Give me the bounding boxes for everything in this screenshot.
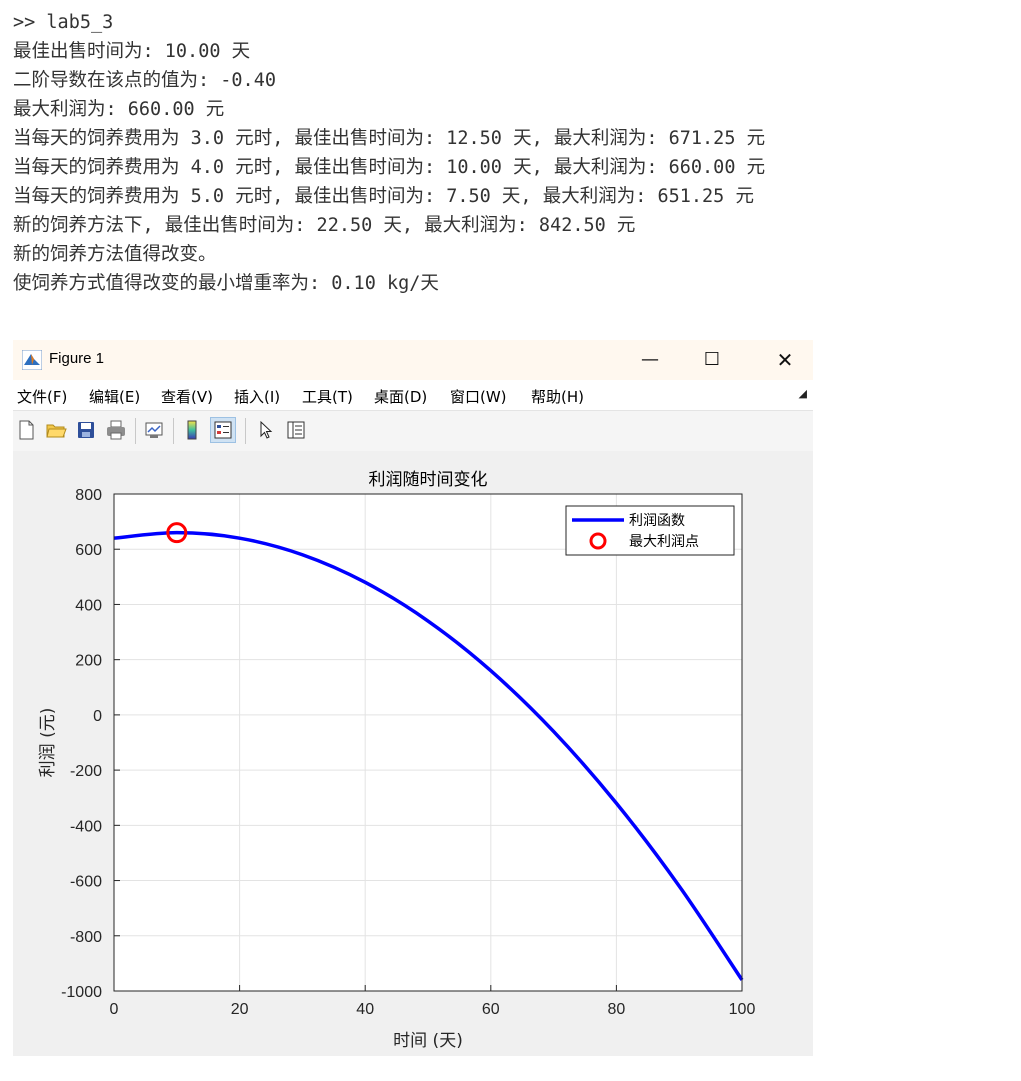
y-tick-label: -800 xyxy=(70,929,102,946)
close-button[interactable]: ✕ xyxy=(762,340,808,380)
menu-window[interactable]: 窗口(W) xyxy=(450,386,507,407)
property-inspector-icon[interactable] xyxy=(285,419,307,441)
menu-view[interactable]: 查看(V) xyxy=(161,386,213,407)
edit-plot-pointer-icon[interactable] xyxy=(255,419,277,441)
figure-toolbar xyxy=(13,411,813,451)
x-tick-label: 80 xyxy=(608,1001,626,1018)
x-tick-label: 20 xyxy=(231,1001,249,1018)
new-figure-icon[interactable] xyxy=(15,419,37,441)
matlab-figure-icon xyxy=(22,350,42,370)
y-tick-label: 800 xyxy=(75,487,102,504)
legend[interactable]: 利润函数最大利润点 xyxy=(565,505,735,556)
x-tick-label: 40 xyxy=(356,1001,374,1018)
chart-title: 利润随时间变化 xyxy=(369,470,488,490)
y-tick-label: 0 xyxy=(93,708,102,725)
toolbar-separator xyxy=(245,418,246,444)
output-line: 最佳出售时间为: 10.00 天 xyxy=(13,41,251,62)
output-line: 二阶导数在该点的值为: -0.40 xyxy=(13,70,276,91)
x-tick-label: 100 xyxy=(729,1001,756,1018)
toolbar-separator xyxy=(135,418,136,444)
output-line: 最大利润为: 660.00 元 xyxy=(13,99,225,120)
y-tick-label: -200 xyxy=(70,763,102,780)
plot-area: 0 20 40 60 80 100 800 600 400 200 0 -200 -400 -600 -80… xyxy=(13,451,813,1056)
command-prompt-line: >> lab5_3 xyxy=(13,12,114,33)
y-tick-label: 400 xyxy=(75,597,102,614)
output-line: 新的饲养方法值得改变。 xyxy=(13,244,217,265)
minimize-button[interactable]: — xyxy=(627,340,673,380)
title-bar[interactable]: Figure 1 — ☐ ✕ xyxy=(13,340,813,380)
menu-help[interactable]: 帮助(H) xyxy=(531,386,584,407)
window-title: Figure 1 xyxy=(49,350,105,367)
output-line: 新的饲养方法下, 最佳出售时间为: 22.50 天, 最大利润为: 842.50… xyxy=(13,215,636,236)
axes-box[interactable] xyxy=(114,494,742,991)
y-tick-label: 200 xyxy=(75,653,102,670)
insert-colorbar-icon[interactable] xyxy=(181,419,203,441)
command-window-output: >> lab5_3 最佳出售时间为: 10.00 天二阶导数在该点的值为: -0.… xyxy=(13,8,1003,298)
maximize-button[interactable]: ☐ xyxy=(689,340,735,380)
insert-legend-icon[interactable] xyxy=(210,417,236,443)
menu-desktop[interactable]: 桌面(D) xyxy=(374,386,427,407)
legend-label: 最大利润点 xyxy=(629,534,699,550)
print-icon[interactable] xyxy=(105,419,127,441)
output-line: 当每天的饲养费用为 4.0 元时, 最佳出售时间为: 10.00 天, 最大利润… xyxy=(13,157,766,178)
open-file-icon[interactable] xyxy=(45,419,67,441)
save-icon[interactable] xyxy=(75,419,97,441)
output-line: 使饲养方式值得改变的最小增重率为: 0.10 kg/天 xyxy=(13,273,439,294)
menu-bar: 文件(F) 编辑(E) 查看(V) 插入(I) 工具(T) 桌面(D) 窗口(W… xyxy=(13,380,813,411)
toolbar-separator xyxy=(173,418,174,444)
output-line: 当每天的饲养费用为 3.0 元时, 最佳出售时间为: 12.50 天, 最大利润… xyxy=(13,128,766,149)
menu-file[interactable]: 文件(F) xyxy=(17,386,67,407)
link-plot-icon[interactable] xyxy=(143,419,165,441)
x-tick-label: 0 xyxy=(110,1001,119,1018)
y-tick-label: -600 xyxy=(70,874,102,891)
y-tick-label: -400 xyxy=(70,818,102,835)
y-tick-label: 600 xyxy=(75,542,102,559)
figure-window: Figure 1 — ☐ ✕ 文件(F) 编辑(E) 查看(V) 插入(I) 工… xyxy=(13,340,813,1056)
x-axis-label: 时间 (天) xyxy=(393,1031,463,1051)
y-axis-label: 利润 (元) xyxy=(38,708,58,778)
x-tick-label: 60 xyxy=(482,1001,500,1018)
legend-label: 利润函数 xyxy=(629,513,685,529)
plot-canvas: 0 20 40 60 80 100 800 600 400 200 0 -200 -400 -600 -80… xyxy=(38,470,756,1051)
menu-edit[interactable]: 编辑(E) xyxy=(89,386,140,407)
dock-arrow-icon[interactable]: ◢ xyxy=(799,387,807,400)
y-tick-label: -1000 xyxy=(61,984,102,1001)
output-line: 当每天的饲养费用为 5.0 元时, 最佳出售时间为: 7.50 天, 最大利润为… xyxy=(13,186,754,207)
menu-insert[interactable]: 插入(I) xyxy=(234,386,280,407)
menu-tools[interactable]: 工具(T) xyxy=(302,386,353,407)
